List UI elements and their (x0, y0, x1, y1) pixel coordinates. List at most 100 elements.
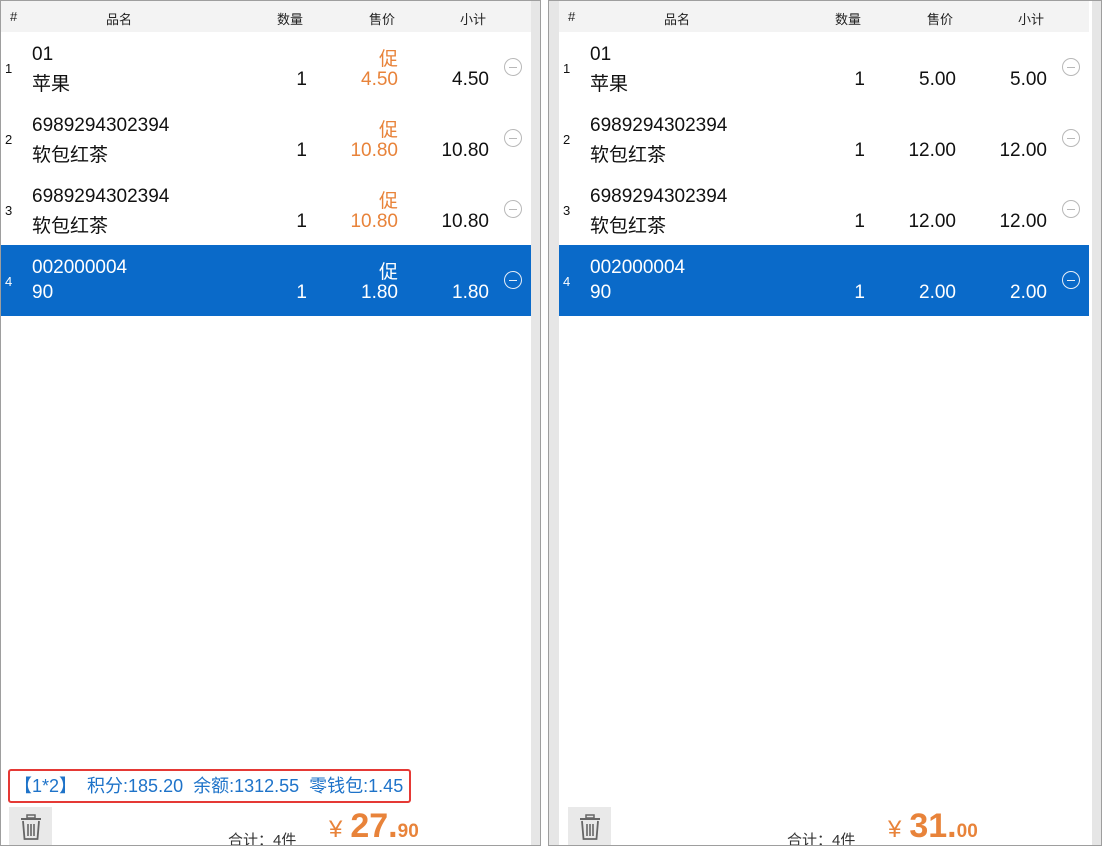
item-name: 软包红茶 (590, 145, 667, 166)
row-index: 2 (563, 132, 571, 147)
col-name-header: 品名 (664, 12, 691, 27)
promo-badge: 促 (378, 262, 398, 283)
item-qty: 1 (296, 69, 307, 90)
total-count: 合计：4件 (787, 832, 856, 846)
col-subtotal-header: 小计 (460, 12, 487, 27)
cart-panel-right: # 品名 数量 售价 小计 1 01 苹果 1 5.00 5.00 2 6989… (548, 0, 1102, 846)
col-num-header: # (568, 9, 576, 24)
item-code: 6989294302394 (590, 186, 728, 207)
promo-badge: 促 (378, 191, 398, 212)
scrollbar[interactable] (531, 1, 540, 845)
col-price-header: 售价 (369, 12, 396, 27)
item-price: 12.00 (908, 211, 956, 232)
item-name: 苹果 (590, 74, 629, 95)
item-qty: 1 (854, 69, 865, 90)
minus-circle-icon[interactable] (504, 271, 522, 289)
table-row[interactable]: 2 6989294302394 软包红茶 1 促 10.80 10.80 (1, 103, 531, 174)
total-integer: 27. (350, 807, 398, 845)
row-index: 2 (5, 132, 13, 147)
item-qty: 1 (854, 282, 865, 303)
row-index: 3 (563, 203, 571, 218)
item-qty: 1 (296, 211, 307, 232)
item-code: 01 (32, 44, 54, 65)
item-name: 苹果 (32, 74, 71, 95)
item-qty: 1 (296, 282, 307, 303)
item-name: 90 (32, 282, 54, 303)
item-subtotal: 10.80 (441, 140, 489, 161)
item-price: 4.50 (361, 69, 398, 90)
item-qty: 1 (854, 140, 865, 161)
col-qty-header: 数量 (277, 12, 304, 27)
item-price: 1.80 (361, 282, 398, 303)
item-qty: 1 (296, 140, 307, 161)
item-code: 6989294302394 (590, 115, 728, 136)
table-row-selected[interactable]: 4 002000004 90 1 促 1.80 1.80 (1, 245, 531, 316)
item-subtotal: 1.80 (452, 282, 489, 303)
total-decimal: 00 (956, 821, 978, 842)
row-index: 1 (5, 61, 13, 76)
table-row[interactable]: 1 01 苹果 1 促 4.50 4.50 (1, 32, 531, 103)
total-integer: 31. (909, 807, 957, 845)
table-row-selected[interactable]: 4 002000004 90 1 2.00 2.00 (559, 245, 1089, 316)
currency-symbol: ¥ (888, 816, 902, 843)
item-price: 5.00 (919, 69, 956, 90)
total-amount: ¥31.00 (888, 807, 978, 845)
member-id: 【1*2】 (14, 776, 78, 796)
cart-panel-left: # 品名 数量 售价 小计 1 01 苹果 1 促 4.50 4.50 2 69… (0, 0, 541, 846)
item-price: 2.00 (919, 282, 956, 303)
item-name: 软包红茶 (32, 145, 109, 166)
col-num-header: # (10, 9, 18, 24)
item-subtotal: 2.00 (1010, 282, 1047, 303)
col-price-header: 售价 (927, 12, 954, 27)
promo-badge: 促 (378, 120, 398, 141)
minus-circle-icon[interactable] (504, 200, 522, 218)
item-code: 002000004 (590, 257, 686, 278)
col-qty-header: 数量 (835, 12, 862, 27)
scrollbar[interactable] (1092, 1, 1101, 845)
minus-circle-icon[interactable] (1062, 200, 1080, 218)
member-balance: 余额:1312.55 (193, 776, 300, 796)
item-price: 10.80 (350, 140, 398, 161)
table-row[interactable]: 2 6989294302394 软包红茶 1 12.00 12.00 (559, 103, 1089, 174)
trash-icon (579, 814, 600, 840)
item-code: 6989294302394 (32, 115, 170, 136)
item-qty: 1 (854, 211, 865, 232)
member-wallet: 零钱包:1.45 (309, 776, 404, 796)
clear-cart-button[interactable] (9, 807, 52, 845)
item-subtotal: 4.50 (452, 69, 489, 90)
item-price: 10.80 (350, 211, 398, 232)
col-name-header: 品名 (106, 12, 133, 27)
clear-cart-button[interactable] (568, 807, 611, 845)
table-header: # 品名 数量 售价 小计 (559, 1, 1089, 32)
item-code: 01 (590, 44, 612, 65)
row-index: 4 (5, 274, 13, 289)
table-row[interactable]: 3 6989294302394 软包红茶 1 12.00 12.00 (559, 174, 1089, 245)
item-price: 12.00 (908, 140, 956, 161)
item-subtotal: 12.00 (999, 140, 1047, 161)
member-points: 积分:185.20 (87, 776, 184, 796)
item-name: 软包红茶 (32, 216, 109, 237)
item-name: 90 (590, 282, 612, 303)
item-code: 6989294302394 (32, 186, 170, 207)
minus-circle-icon[interactable] (1062, 129, 1080, 147)
minus-circle-icon[interactable] (1062, 271, 1080, 289)
promo-badge: 促 (378, 49, 398, 70)
trash-icon (20, 814, 41, 840)
total-amount: ¥27.90 (329, 807, 419, 845)
table-row[interactable]: 3 6989294302394 软包红茶 1 促 10.80 10.80 (1, 174, 531, 245)
col-subtotal-header: 小计 (1018, 12, 1045, 27)
member-info: 【1*2】 积分:185.20 余额:1312.55 零钱包:1.45 (8, 769, 411, 803)
row-index: 1 (563, 61, 571, 76)
item-subtotal: 10.80 (441, 211, 489, 232)
item-code: 002000004 (32, 257, 128, 278)
minus-circle-icon[interactable] (504, 58, 522, 76)
total-count: 合计：4件 (228, 832, 297, 846)
currency-symbol: ¥ (329, 816, 343, 843)
item-subtotal: 5.00 (1010, 69, 1047, 90)
table-row[interactable]: 1 01 苹果 1 5.00 5.00 (559, 32, 1089, 103)
item-name: 软包红茶 (590, 216, 667, 237)
row-index: 4 (563, 274, 571, 289)
minus-circle-icon[interactable] (1062, 58, 1080, 76)
minus-circle-icon[interactable] (504, 129, 522, 147)
item-subtotal: 12.00 (999, 211, 1047, 232)
